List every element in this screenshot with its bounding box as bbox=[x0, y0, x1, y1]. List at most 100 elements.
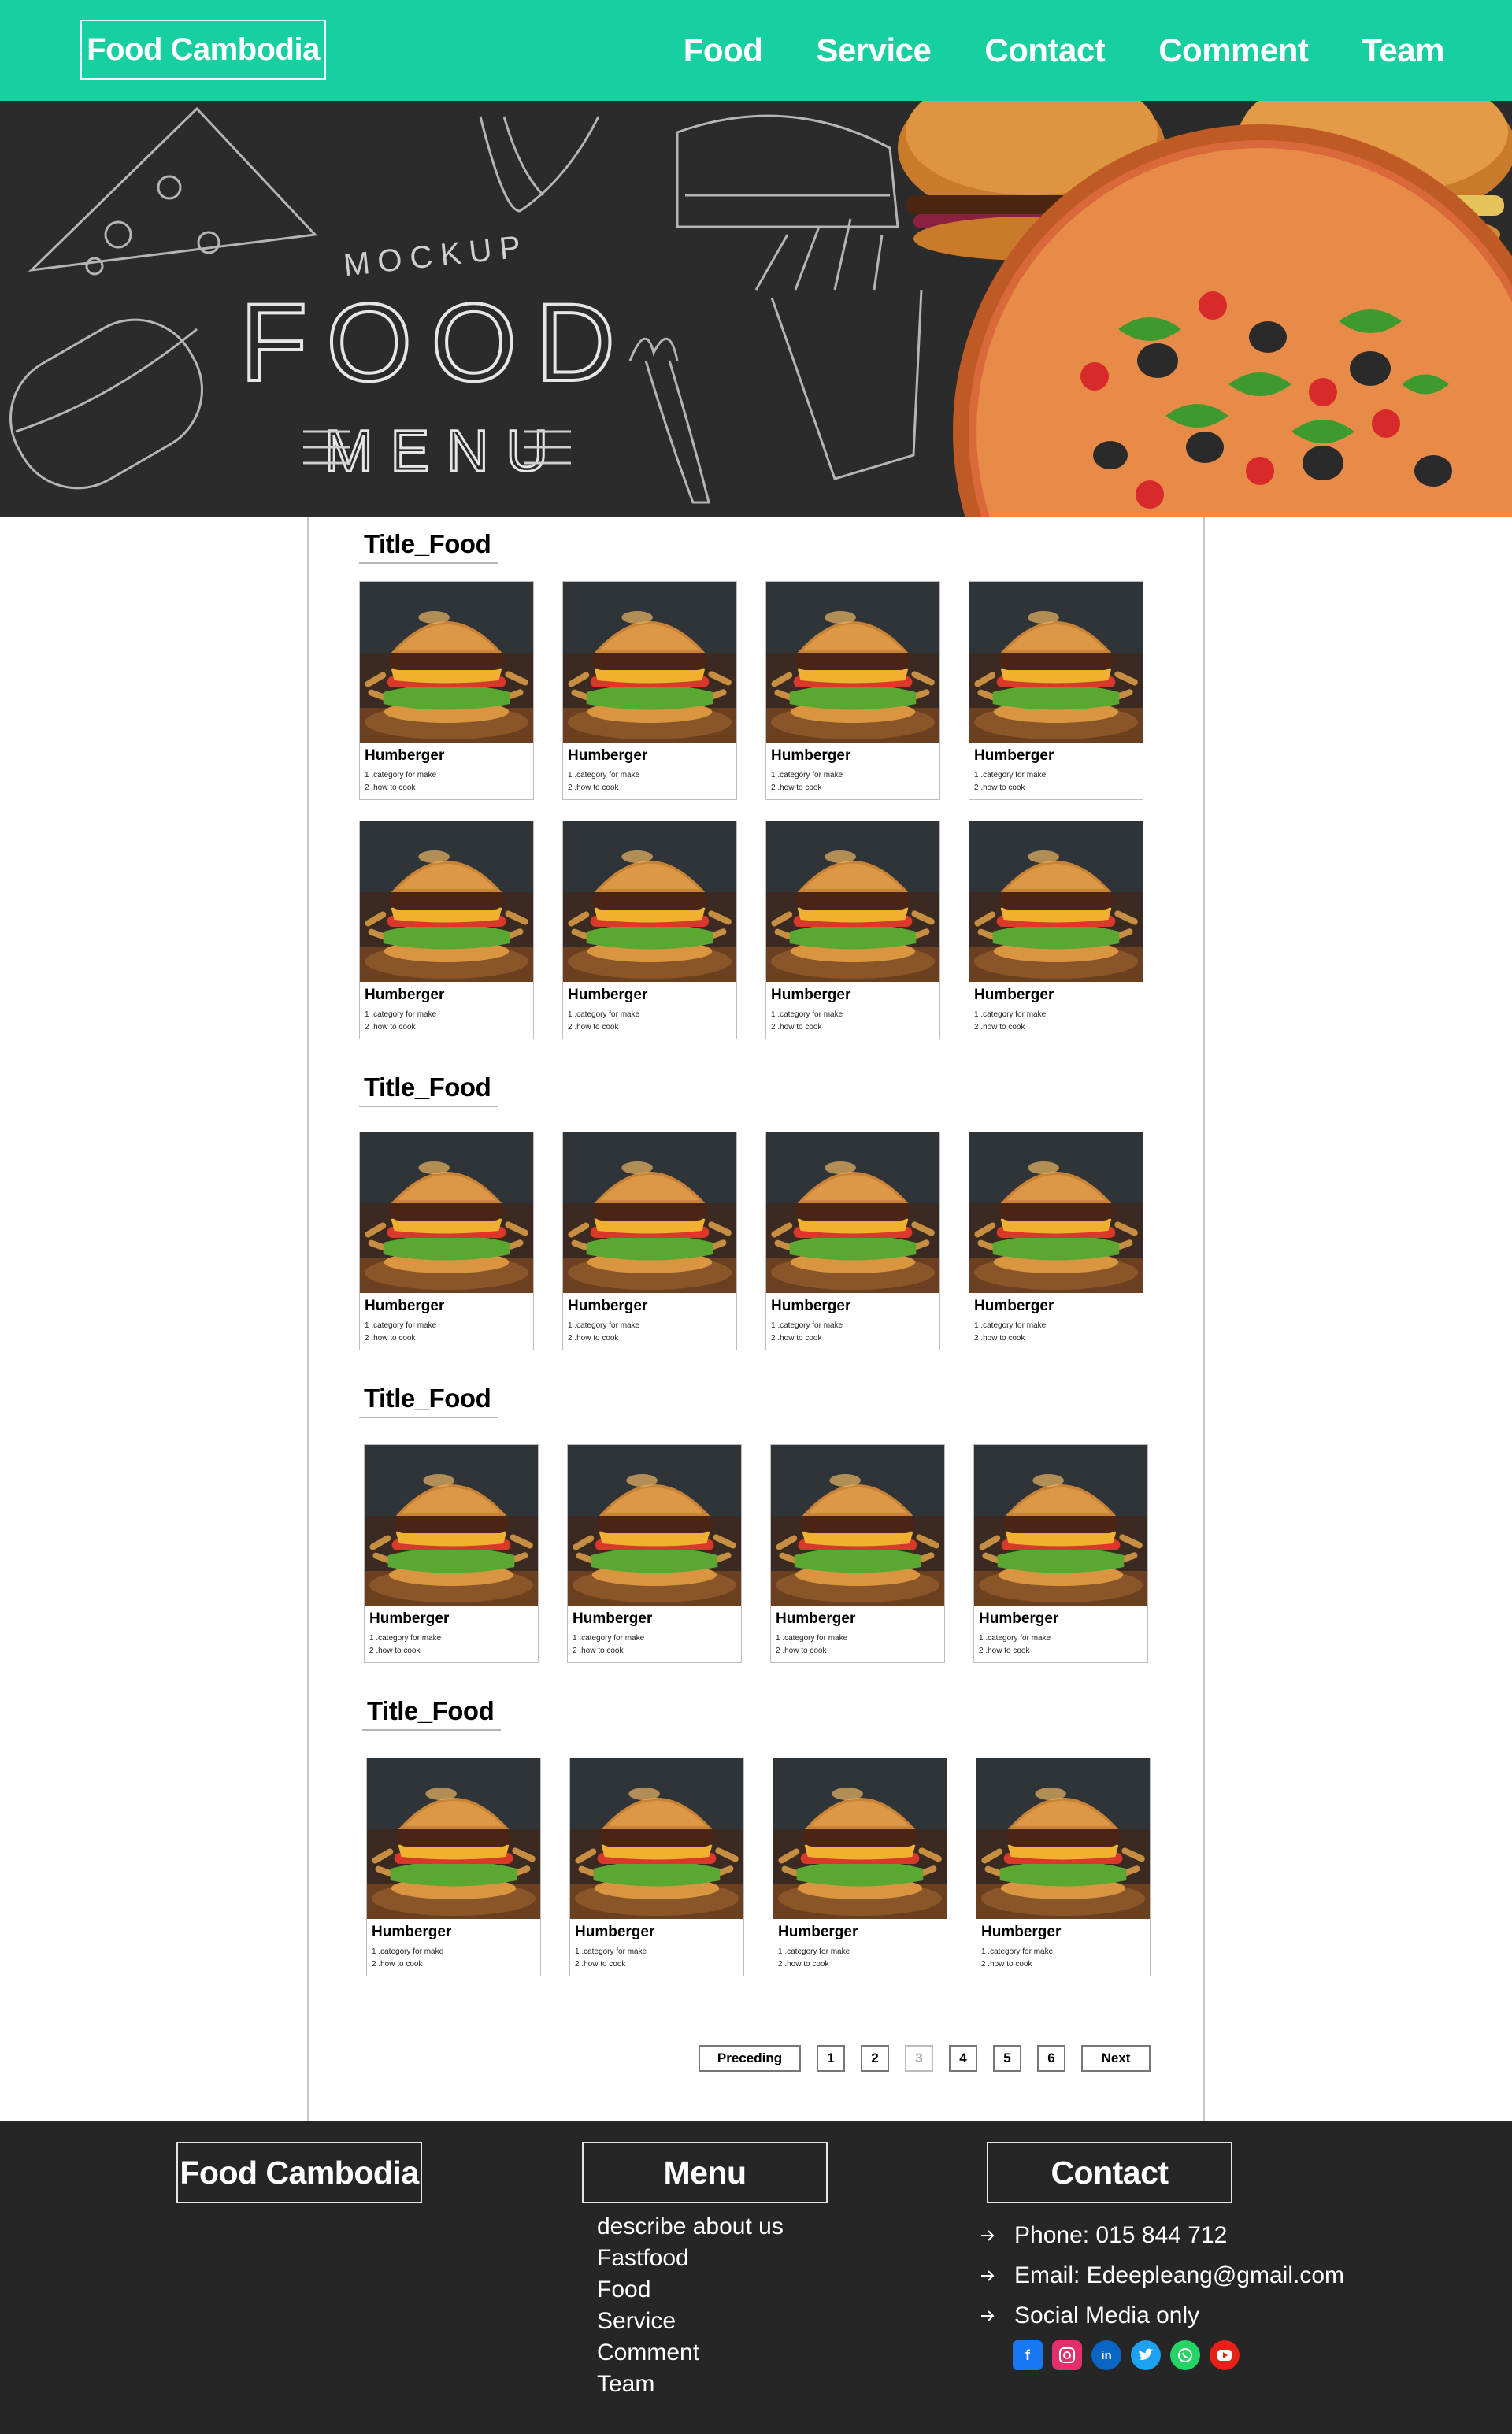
arrow-right-icon bbox=[981, 2310, 995, 2321]
food-card-name: Humberger bbox=[979, 1610, 1059, 1627]
food-card[interactable]: Humberger 1 .category for make 2 .how to c… bbox=[765, 821, 940, 1039]
food-card-line-1: 1 .category for make bbox=[369, 1634, 442, 1643]
food-card-line-1: 1 .category for make bbox=[575, 1947, 647, 1956]
food-card[interactable]: Humberger 1 .category for make 2 .how to c… bbox=[973, 1444, 1148, 1663]
twitter-icon[interactable] bbox=[1131, 2340, 1161, 2370]
food-card-name: Humberger bbox=[568, 747, 648, 764]
footer-menu-comment[interactable]: Comment bbox=[597, 2337, 784, 2369]
food-card[interactable]: Humberger 1 .category for make 2 .how to c… bbox=[976, 1758, 1151, 1976]
food-card-line-2: 2 .how to cook bbox=[369, 1647, 421, 1655]
food-card-name: Humberger bbox=[771, 987, 851, 1003]
footer-menu-team[interactable]: Team bbox=[597, 2369, 784, 2400]
food-card-line-1: 1 .category for make bbox=[974, 1321, 1047, 1330]
youtube-icon[interactable] bbox=[1210, 2340, 1240, 2370]
instagram-icon[interactable] bbox=[1052, 2340, 1082, 2370]
section-title: Title_Food bbox=[362, 1696, 501, 1731]
contact-email[interactable]: Email: Edeepleang@gmail.com bbox=[1014, 2262, 1344, 2289]
page-button-2[interactable]: 2 bbox=[861, 2045, 889, 2072]
facebook-icon[interactable]: f bbox=[1013, 2340, 1043, 2370]
page-button-6[interactable]: 6 bbox=[1037, 2045, 1065, 2072]
footer-logo[interactable]: Food Cambodia bbox=[176, 2142, 422, 2203]
page-button-5[interactable]: 5 bbox=[993, 2045, 1021, 2072]
food-card-name: Humberger bbox=[573, 1610, 653, 1627]
food-card[interactable]: Humberger 1 .category for make 2 .how to c… bbox=[364, 1444, 539, 1663]
food-card-name: Humberger bbox=[974, 747, 1054, 764]
food-card-line-1: 1 .category for make bbox=[979, 1634, 1051, 1643]
nav-food[interactable]: Food bbox=[684, 31, 763, 69]
food-card[interactable]: Humberger 1 .category for make 2 .how to c… bbox=[969, 821, 1143, 1039]
food-card[interactable]: Humberger 1 .category for make 2 .how to c… bbox=[567, 1444, 742, 1663]
food-card[interactable]: Humberger 1 .category for make 2 .how to c… bbox=[562, 821, 737, 1039]
food-card[interactable]: Humberger 1 .category for make 2 .how to c… bbox=[562, 1132, 737, 1350]
main-nav: Food Service Contact Comment Team bbox=[684, 0, 1445, 101]
food-card-line-2: 2 .how to cook bbox=[365, 784, 416, 792]
contact-email-row: Email: Edeepleang@gmail.com bbox=[980, 2262, 1344, 2289]
footer-menu-service[interactable]: Service bbox=[597, 2306, 784, 2337]
section-title: Title_Food bbox=[359, 1384, 498, 1418]
food-card[interactable]: Humberger 1 .category for make 2 .how to c… bbox=[770, 1444, 945, 1663]
footer-menu-about[interactable]: describe about us bbox=[597, 2211, 784, 2243]
food-card[interactable]: Humberger 1 .category for make 2 .how to c… bbox=[765, 1132, 940, 1350]
nav-service[interactable]: Service bbox=[816, 31, 931, 69]
footer-menu-fastfood[interactable]: Fastfood bbox=[597, 2243, 784, 2274]
food-card-line-2: 2 .how to cook bbox=[771, 1023, 822, 1032]
burger-image bbox=[771, 1445, 944, 1606]
burger-image bbox=[367, 1758, 540, 1919]
whatsapp-icon[interactable] bbox=[1170, 2340, 1200, 2370]
prev-page-button[interactable]: Preceding bbox=[699, 2045, 801, 2072]
food-card-line-2: 2 .how to cook bbox=[771, 1334, 822, 1343]
arrow-right-icon bbox=[981, 2270, 995, 2281]
food-card-line-1: 1 .category for make bbox=[771, 771, 843, 780]
burger-image bbox=[563, 1132, 736, 1293]
linkedin-icon[interactable]: in bbox=[1091, 2340, 1121, 2370]
nav-contact[interactable]: Contact bbox=[984, 31, 1105, 69]
food-card-line-2: 2 .how to cook bbox=[573, 1647, 624, 1655]
food-card[interactable]: Humberger 1 .category for make 2 .how to c… bbox=[359, 1132, 534, 1350]
footer-menu-title: Menu bbox=[582, 2142, 828, 2203]
food-card-line-1: 1 .category for make bbox=[365, 1010, 437, 1019]
page-button-4[interactable]: 4 bbox=[949, 2045, 977, 2072]
food-card-line-2: 2 .how to cook bbox=[776, 1647, 827, 1655]
food-card-name: Humberger bbox=[365, 1298, 445, 1314]
food-card[interactable]: Humberger 1 .category for make 2 .how to c… bbox=[969, 581, 1143, 800]
food-card[interactable]: Humberger 1 .category for make 2 .how to c… bbox=[569, 1758, 744, 1976]
site-logo[interactable]: Food Cambodia bbox=[80, 20, 326, 80]
food-card[interactable]: Humberger 1 .category for make 2 .how to c… bbox=[359, 581, 534, 800]
burger-image bbox=[360, 1132, 533, 1293]
burger-image bbox=[570, 1758, 743, 1919]
food-card-line-1: 1 .category for make bbox=[372, 1947, 444, 1956]
burger-image bbox=[976, 1758, 1150, 1919]
food-card-name: Humberger bbox=[568, 987, 648, 1003]
nav-team[interactable]: Team bbox=[1362, 31, 1444, 69]
food-card[interactable]: Humberger 1 .category for make 2 .how to c… bbox=[773, 1758, 947, 1976]
food-card-name: Humberger bbox=[981, 1924, 1062, 1940]
food-card[interactable]: Humberger 1 .category for make 2 .how to c… bbox=[562, 581, 737, 800]
food-card-name: Humberger bbox=[369, 1610, 450, 1627]
food-card-name: Humberger bbox=[568, 1298, 648, 1314]
food-card-line-1: 1 .category for make bbox=[568, 1010, 640, 1019]
food-card[interactable]: Humberger 1 .category for make 2 .how to c… bbox=[765, 581, 940, 800]
food-card[interactable]: Humberger 1 .category for make 2 .how to c… bbox=[366, 1758, 541, 1976]
nav-comment[interactable]: Comment bbox=[1158, 31, 1309, 69]
pagination: Preceding 1 2 3 4 5 6 Next bbox=[0, 2045, 1512, 2072]
food-card-line-1: 1 .category for make bbox=[573, 1634, 645, 1643]
next-page-button[interactable]: Next bbox=[1081, 2045, 1151, 2072]
food-card-line-2: 2 .how to cook bbox=[979, 1647, 1030, 1655]
burger-image bbox=[360, 821, 533, 982]
food-card-name: Humberger bbox=[974, 1298, 1054, 1314]
food-card-name: Humberger bbox=[365, 747, 445, 764]
food-card-line-1: 1 .category for make bbox=[776, 1634, 848, 1643]
food-card-line-2: 2 .how to cook bbox=[974, 1023, 1025, 1032]
food-card-line-2: 2 .how to cook bbox=[771, 784, 822, 792]
footer-menu-food[interactable]: Food bbox=[597, 2274, 784, 2306]
page-button-3-current[interactable]: 3 bbox=[905, 2045, 933, 2072]
food-card-name: Humberger bbox=[974, 987, 1054, 1003]
food-card[interactable]: Humberger 1 .category for make 2 .how to c… bbox=[969, 1132, 1143, 1350]
food-card-line-2: 2 .how to cook bbox=[365, 1334, 416, 1343]
food-card[interactable]: Humberger 1 .category for make 2 .how to c… bbox=[359, 821, 534, 1039]
food-card-line-2: 2 .how to cook bbox=[372, 1960, 423, 1969]
food-card-line-1: 1 .category for make bbox=[778, 1947, 850, 1956]
page-button-1[interactable]: 1 bbox=[817, 2045, 845, 2072]
hero-sub-word: MENU bbox=[324, 418, 565, 483]
food-card-line-1: 1 .category for make bbox=[568, 771, 640, 780]
